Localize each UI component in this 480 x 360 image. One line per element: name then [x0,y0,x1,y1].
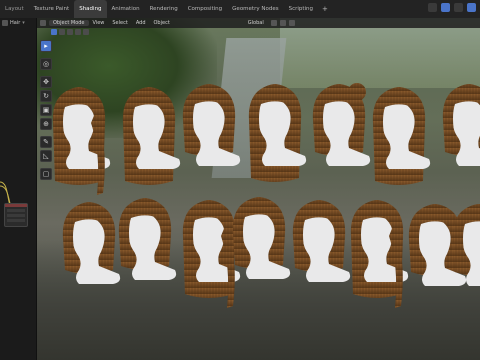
tab-rendering[interactable]: Rendering [145,0,183,18]
xray-toggle-icon[interactable] [454,3,463,12]
menu-add[interactable]: Add [132,20,150,26]
chevron-down-icon: ▾ [22,20,25,26]
3d-viewport[interactable] [37,18,480,360]
transform-orientation-selector[interactable]: Global [244,20,268,26]
selection-mode-buttons [37,28,480,36]
hair-model-short-bob[interactable] [62,202,121,284]
hair-models-scene [52,83,480,308]
move-tool[interactable]: ✥ [40,76,52,88]
menu-select[interactable]: Select [108,20,131,26]
mode-selector[interactable]: Object Mode [49,20,89,26]
tab-scripting[interactable]: Scripting [284,0,318,18]
hair-model-long-braid[interactable] [182,200,241,308]
hair-model-bob[interactable] [442,84,480,166]
measure-tool[interactable]: ◺ [40,150,52,162]
select-new-icon[interactable] [51,29,57,35]
hair-model-ponytail[interactable] [52,87,111,195]
tab-shading[interactable]: Shading [74,0,107,18]
tab-layout[interactable]: Layout [0,0,29,18]
snap-icon[interactable] [279,20,286,26]
hair-model-long-layered[interactable] [248,84,307,182]
tool-shelf: ▸ ◎ ✥ ↻ ▣ ⊕ ✎ ◺ ▢ [40,40,52,180]
workspace-tabs-bar: Layout Texture Paint Shading Animation R… [0,0,480,18]
editor-type-icon[interactable] [40,20,46,26]
solid-shading-icon[interactable] [467,3,476,12]
hair-model-bob[interactable] [182,84,241,167]
viewport-shading-controls [428,3,476,12]
select-subtract-icon[interactable] [67,29,73,35]
annotate-tool[interactable]: ✎ [40,136,52,148]
object-selector[interactable]: Hair ▾ [0,18,36,28]
menu-view[interactable]: View [89,20,109,26]
menu-object[interactable]: Object [150,20,174,26]
object-icon [2,20,8,26]
hair-model-bun[interactable] [312,83,371,167]
scale-tool[interactable]: ▣ [40,104,52,116]
tab-texture-paint[interactable]: Texture Paint [29,0,75,18]
tab-animation[interactable]: Animation [107,0,145,18]
transform-tool[interactable]: ⊕ [40,118,52,130]
add-workspace-button[interactable]: + [318,5,332,13]
add-cube-tool[interactable]: ▢ [40,168,52,180]
hair-model-long-straight[interactable] [372,87,431,185]
hair-model-low-ponytail[interactable] [350,200,409,308]
hair-model-long-straight[interactable] [122,87,181,185]
pivot-icon[interactable] [270,20,277,26]
hair-model-bob-fringe[interactable] [292,200,351,282]
hair-model-lob[interactable] [118,198,177,280]
object-name: Hair [10,20,21,26]
overlay-toggle-icon[interactable] [441,3,450,12]
cursor-tool[interactable]: ◎ [40,58,52,70]
tab-geometry-nodes[interactable]: Geometry Nodes [227,0,283,18]
select-extend-icon[interactable] [59,29,65,35]
tab-compositing[interactable]: Compositing [183,0,227,18]
select-tool[interactable]: ▸ [40,40,52,52]
select-invert-icon[interactable] [75,29,81,35]
select-intersect-icon[interactable] [83,29,89,35]
shader-node[interactable] [4,203,28,227]
viewport-header: Object Mode View Select Add Object Globa… [37,18,480,28]
hair-model-side-part[interactable] [232,197,291,279]
rotate-tool[interactable]: ↻ [40,90,52,102]
gizmo-toggle-icon[interactable] [428,3,437,12]
shader-editor-panel: Hair ▾ [0,18,37,360]
proportional-edit-icon[interactable] [288,20,295,26]
